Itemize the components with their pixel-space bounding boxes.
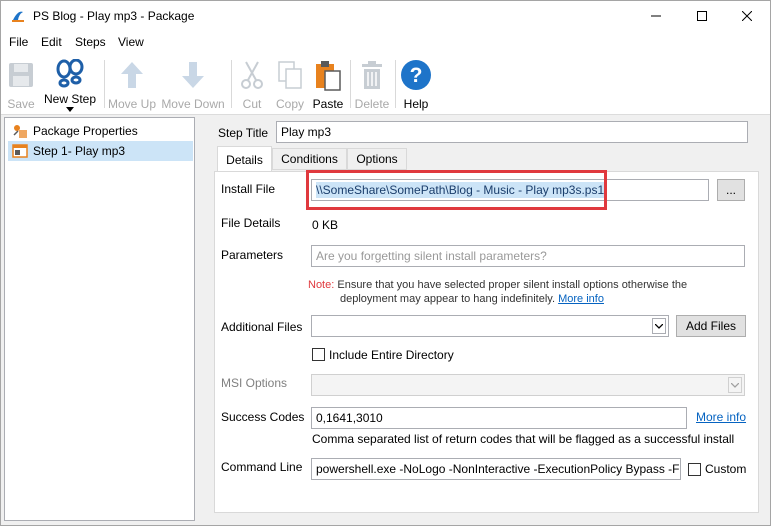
parameters-label: Parameters xyxy=(221,248,284,262)
more-info-link[interactable]: More info xyxy=(558,293,604,305)
tab-options[interactable]: Options xyxy=(347,148,407,170)
maximize-button[interactable] xyxy=(679,1,725,31)
maximize-icon xyxy=(697,11,707,21)
cut-button[interactable]: Cut xyxy=(237,52,267,112)
success-codes-input[interactable]: 0,1641,3010 xyxy=(311,407,687,429)
tree-item-step-1[interactable]: Step 1- Play mp3 xyxy=(8,141,193,161)
minimize-icon xyxy=(651,15,661,17)
menu-file[interactable]: File xyxy=(9,35,28,49)
arrow-down-icon xyxy=(182,62,204,88)
browse-button[interactable]: ... xyxy=(717,179,745,201)
paste-icon xyxy=(316,61,341,91)
step-title-input[interactable]: Play mp3 xyxy=(276,121,748,143)
note-prefix: Note: xyxy=(308,279,335,291)
arrow-up-icon xyxy=(121,62,143,88)
new-step-button[interactable]: New Step xyxy=(41,52,99,112)
parameters-placeholder: Are you forgetting silent install parame… xyxy=(316,249,547,263)
toolbar: Save New Step Move Up Move Down Cut Copy… xyxy=(1,52,770,115)
package-icon xyxy=(13,125,27,138)
note-line-2: deployment may appear to hang indefinite… xyxy=(340,293,556,305)
tab-details[interactable]: Details xyxy=(217,146,272,172)
toolbar-separator xyxy=(350,60,351,108)
tree-item-label: Step 1- Play mp3 xyxy=(33,144,126,158)
include-directory-checkbox[interactable] xyxy=(312,348,325,361)
toolbar-separator xyxy=(395,60,396,108)
copy-icon xyxy=(278,61,302,89)
success-codes-help: Comma separated list of return codes tha… xyxy=(312,432,735,446)
command-line-label: Command Line xyxy=(221,460,303,474)
move-up-button[interactable]: Move Up xyxy=(105,52,159,112)
menu-view[interactable]: View xyxy=(118,35,144,49)
footsteps-icon xyxy=(56,58,84,88)
chevron-down-icon xyxy=(731,382,739,388)
save-icon xyxy=(9,63,33,87)
additional-files-label: Additional Files xyxy=(221,320,303,334)
parameters-input[interactable]: Are you forgetting silent install parame… xyxy=(311,245,745,267)
paste-button[interactable]: Paste xyxy=(310,52,346,112)
app-window: PS Blog - Play mp3 - Package File Edit S… xyxy=(0,0,771,526)
minimize-button[interactable] xyxy=(633,1,679,31)
scissors-icon xyxy=(241,61,263,89)
dropdown-arrow xyxy=(728,377,742,393)
app-logo-icon xyxy=(12,11,24,22)
tree-item-label: Package Properties xyxy=(33,124,138,138)
save-button[interactable]: Save xyxy=(5,52,37,112)
install-file-label: Install File xyxy=(221,182,276,196)
help-button[interactable]: ? Help xyxy=(399,52,433,112)
custom-command-checkbox[interactable] xyxy=(688,463,701,476)
window-title: PS Blog - Play mp3 - Package xyxy=(33,9,195,23)
msi-options-label: MSI Options xyxy=(221,376,288,390)
tree-item-package-properties[interactable]: Package Properties xyxy=(8,121,193,141)
copy-button[interactable]: Copy xyxy=(273,52,307,112)
msi-options-dropdown[interactable] xyxy=(311,374,745,396)
menu-edit[interactable]: Edit xyxy=(41,35,62,49)
step-icon xyxy=(12,144,28,158)
chevron-down-icon xyxy=(66,107,74,112)
file-details-label: File Details xyxy=(221,216,281,230)
include-directory-label: Include Entire Directory xyxy=(329,348,454,362)
delete-button[interactable]: Delete xyxy=(353,52,391,112)
dropdown-arrow[interactable] xyxy=(652,318,666,334)
tab-conditions[interactable]: Conditions xyxy=(272,148,347,170)
title-bar[interactable]: PS Blog - Play mp3 - Package xyxy=(1,1,770,32)
menu-steps[interactable]: Steps xyxy=(75,35,106,49)
success-codes-more-info-link[interactable]: More info xyxy=(696,410,746,424)
help-icon: ? xyxy=(401,60,431,90)
trash-icon xyxy=(362,61,382,89)
toolbar-separator xyxy=(231,60,232,108)
chevron-down-icon xyxy=(655,323,663,329)
close-button[interactable] xyxy=(724,1,770,31)
close-icon xyxy=(742,11,752,21)
svg-text:?: ? xyxy=(410,64,423,87)
additional-files-dropdown[interactable] xyxy=(311,315,669,337)
success-codes-label: Success Codes xyxy=(221,410,305,424)
move-down-button[interactable]: Move Down xyxy=(160,52,226,112)
custom-command-label: Custom xyxy=(705,462,747,476)
package-tree: Package Properties Step 1- Play mp3 xyxy=(4,117,195,521)
highlight-annotation xyxy=(306,170,607,210)
add-files-button[interactable]: Add Files xyxy=(676,315,746,337)
menu-bar: File Edit Steps View xyxy=(1,32,770,52)
command-line-input[interactable]: powershell.exe -NoLogo -NonInteractive -… xyxy=(311,458,681,480)
silent-install-note: Note: Ensure that you have selected prop… xyxy=(308,278,687,306)
note-line-1: Ensure that you have selected proper sil… xyxy=(337,279,688,291)
file-details-value: 0 KB xyxy=(312,218,339,232)
step-title-label: Step Title xyxy=(218,126,269,140)
